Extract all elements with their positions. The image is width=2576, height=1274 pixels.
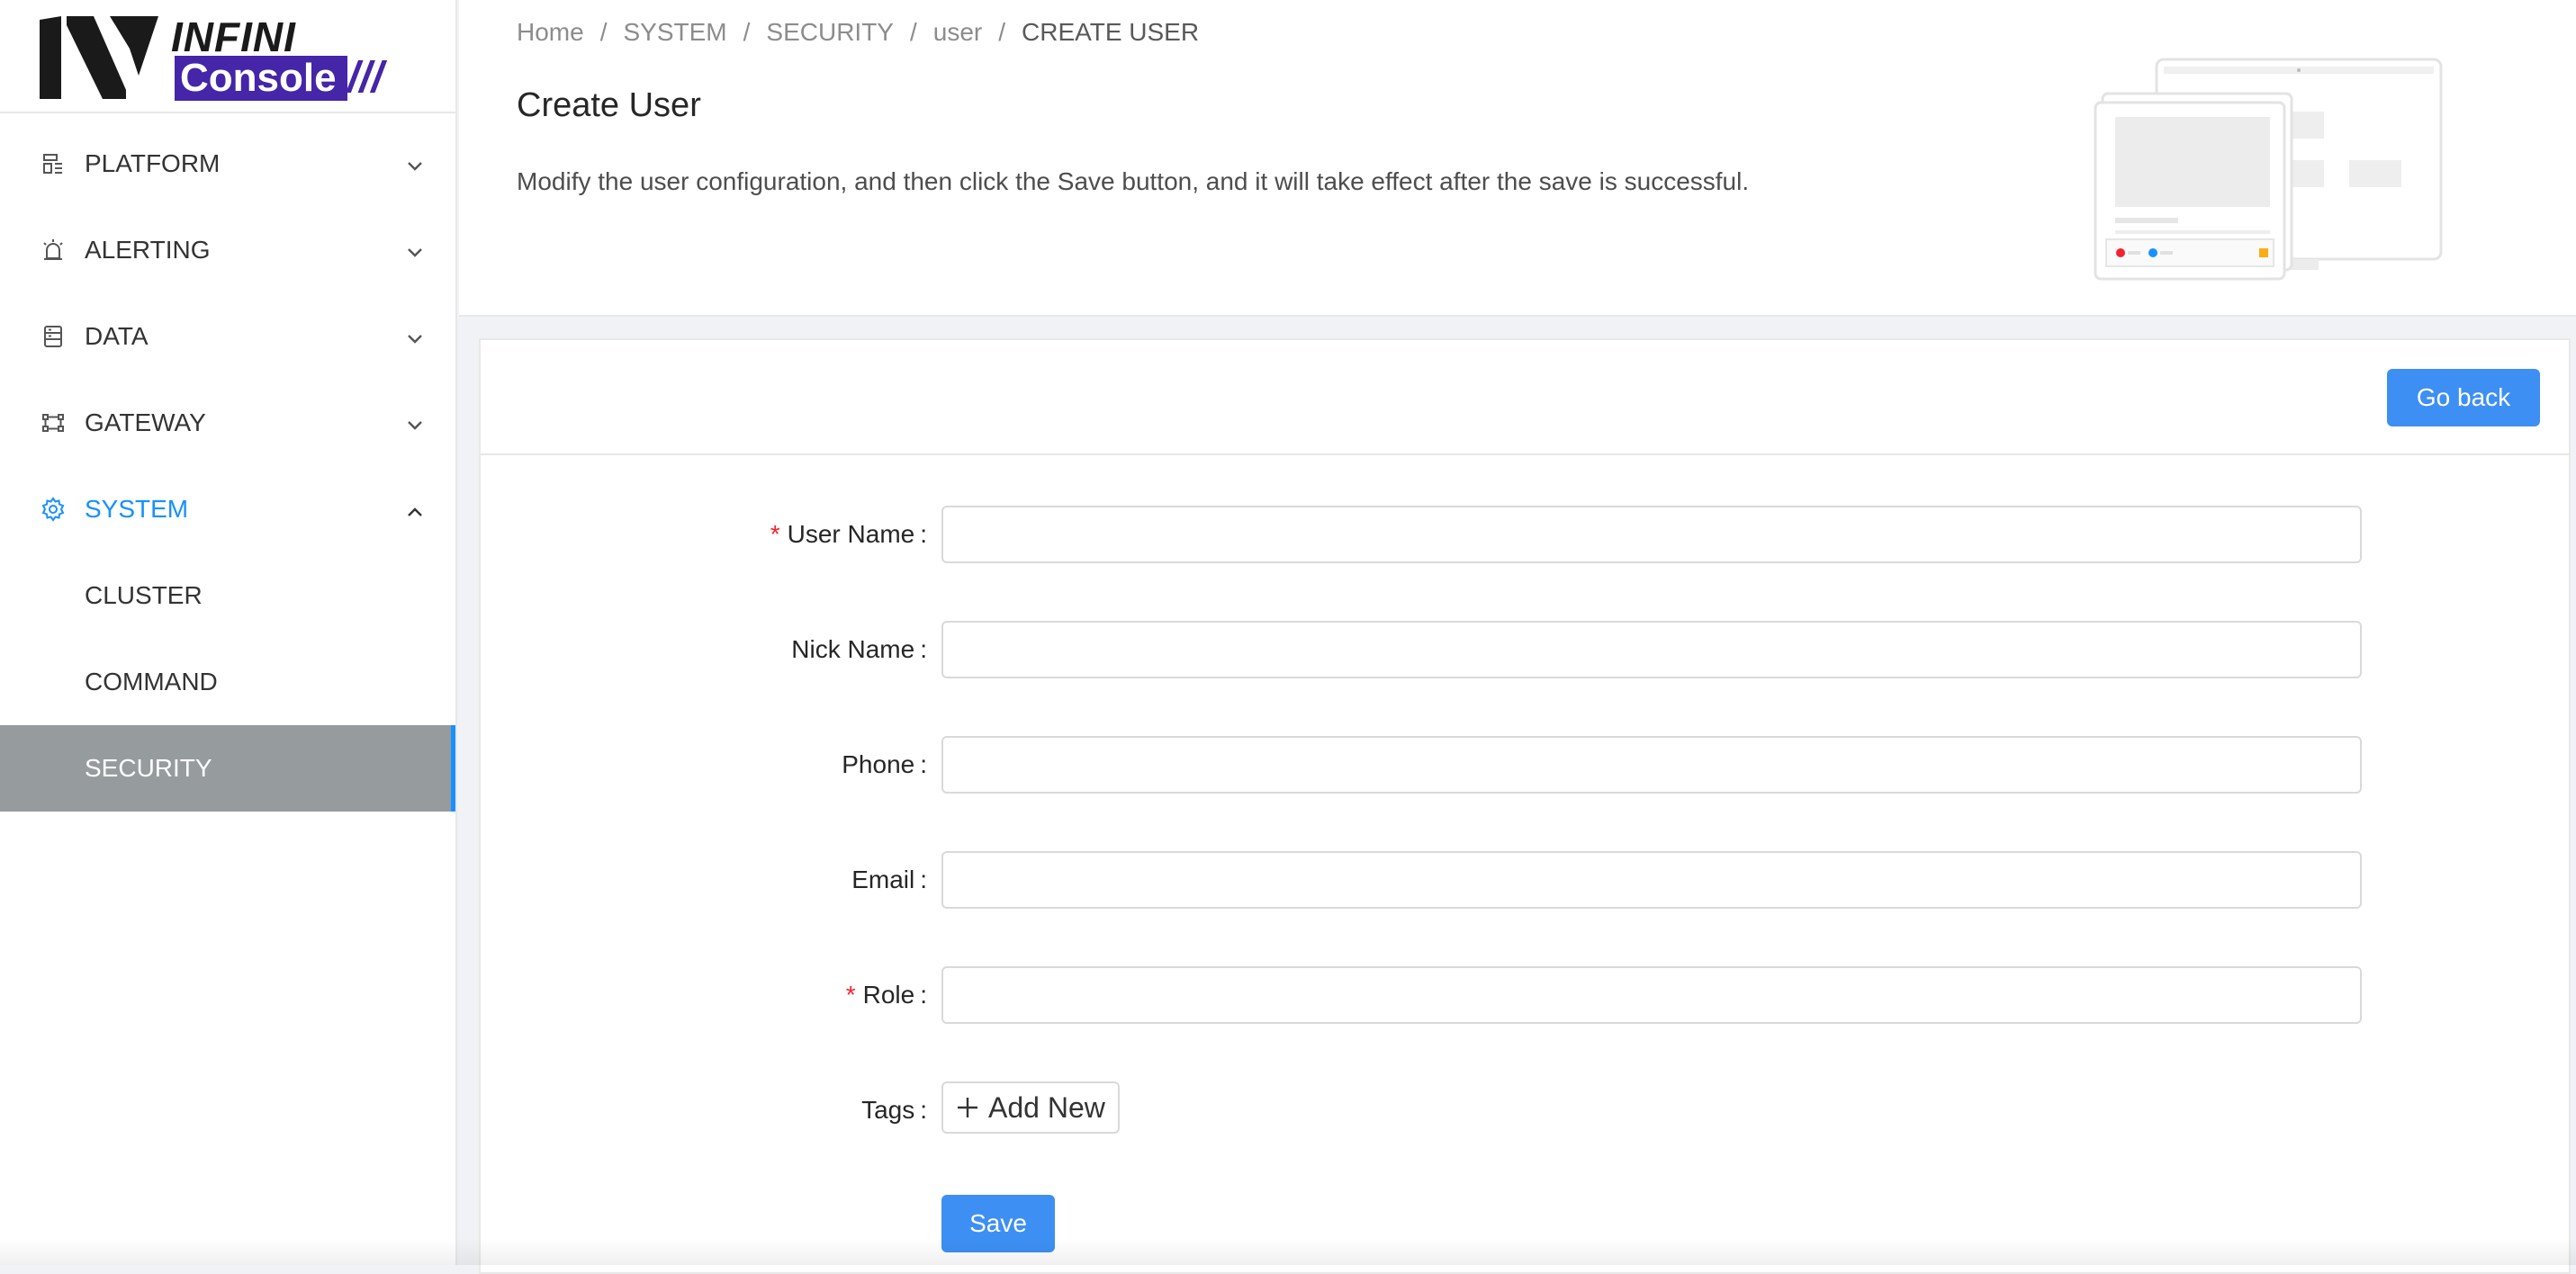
sidebar-item-label: SYSTEM [85,495,189,523]
required-mark: * [845,981,856,1009]
logo-text: INFINI [171,13,296,60]
sidebar-subitem-command[interactable]: COMMAND [0,639,455,725]
chevron-down-icon [407,322,423,351]
alarm-icon [40,237,67,264]
breadcrumb-user[interactable]: user [933,18,982,47]
username-label: * User Name: [770,520,927,548]
gear-icon [40,496,67,523]
required-mark: * [770,520,780,548]
sidebar-subitem-label: COMMAND [85,668,218,695]
sidebar-item-label: GATEWAY [85,408,206,436]
chevron-down-icon [407,236,423,265]
sidebar-item-gateway[interactable]: GATEWAY [0,380,455,466]
email-label: Email: [851,866,927,893]
logo-slashes: /// [347,54,384,102]
sidebar-subitem-cluster[interactable]: CLUSTER [0,552,455,639]
form-row-role: * Role: [481,966,2569,1024]
form-row-username: * User Name: [481,506,2569,563]
breadcrumb-current: CREATE USER [1022,18,1200,46]
breadcrumb-separator: / [743,18,751,46]
breadcrumb-separator: / [599,18,608,46]
phone-input[interactable] [941,736,2362,794]
breadcrumb-separator: / [998,18,1006,46]
username-input[interactable] [941,506,2362,563]
sidebar-item-label: ALERTING [85,236,211,264]
form-card: Go back * User Name: Nick Name: Phone: Em… [479,338,2571,1274]
database-icon [40,323,67,350]
breadcrumb-home[interactable]: Home [517,18,584,47]
sidebar-item-label: PLATFORM [85,149,221,177]
platform-icon [40,150,67,177]
sidebar-item-platform[interactable]: PLATFORM [0,121,455,207]
sidebar-item-data[interactable]: DATA [0,293,455,380]
header-illustration-icon [2094,58,2443,281]
card-toolbar: Go back [481,340,2569,455]
sidebar-menu: PLATFORM ALERTING DATA GATEWAY SYSTEM CL… [0,113,455,812]
form-row-email: Email: [481,851,2569,909]
email-input[interactable] [941,851,2362,909]
phone-label: Phone: [842,750,927,778]
sidebar: INFINI Console /// PLATFORM ALERTING DAT… [0,0,457,1265]
page-title: Create User [517,86,701,124]
add-tag-label: Add New [988,1090,1105,1124]
chevron-down-icon [407,408,423,437]
add-tag-button[interactable]: Add New [941,1081,1120,1134]
sidebar-subitem-label: CLUSTER [85,581,203,609]
bottom-shadow [0,1238,2576,1265]
nickname-input[interactable] [941,621,2362,678]
infini-logo-icon [40,16,158,99]
sidebar-item-alerting[interactable]: ALERTING [0,207,455,293]
chevron-down-icon [407,149,423,178]
breadcrumb-separator: / [909,18,917,46]
sidebar-item-system[interactable]: SYSTEM [0,466,455,552]
go-back-button[interactable]: Go back [2387,369,2540,426]
nickname-label: Nick Name: [791,635,927,663]
chevron-up-icon [407,495,423,524]
form-row-tags: Tags: Add New [481,1081,2569,1139]
logo-subtext: Console [175,56,347,101]
sidebar-item-label: DATA [85,322,149,350]
plus-icon [958,1098,977,1117]
breadcrumb-system[interactable]: SYSTEM [623,18,726,47]
role-label: * Role: [845,981,927,1009]
gateway-icon [40,409,67,436]
role-input[interactable] [941,966,2362,1024]
logo[interactable]: INFINI Console /// [0,0,455,113]
form-row-phone: Phone: [481,736,2569,794]
sidebar-subitem-label: SECURITY [85,754,212,782]
breadcrumb: Home / SYSTEM / SECURITY / user / CREATE… [517,18,1199,47]
tags-label: Tags: [861,1096,927,1124]
breadcrumb-security[interactable]: SECURITY [766,18,894,47]
page-header: Home / SYSTEM / SECURITY / user / CREATE… [459,0,2576,317]
sidebar-subitem-security[interactable]: SECURITY [0,725,455,812]
page-description: Modify the user configuration, and then … [517,167,1750,195]
form-row-nickname: Nick Name: [481,621,2569,678]
